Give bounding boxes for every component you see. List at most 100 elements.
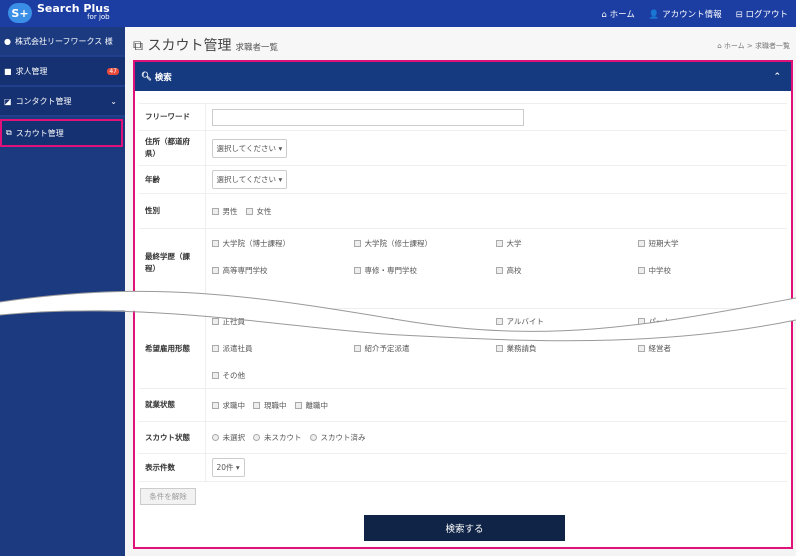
employment-option[interactable]: その他	[211, 370, 346, 381]
checkbox[interactable]	[211, 401, 219, 409]
checkbox[interactable]	[211, 372, 219, 379]
freeword-input[interactable]	[211, 108, 524, 126]
checkbox[interactable]	[353, 267, 361, 274]
checkbox[interactable]	[495, 345, 503, 352]
employment-option[interactable]: 紹介予定派遣	[353, 343, 488, 354]
scout-status-option[interactable]: 未スカウト	[253, 432, 302, 443]
checkbox[interactable]	[495, 318, 503, 325]
employment-option[interactable]: パート	[637, 316, 750, 327]
employment-option[interactable]: 業務請負	[495, 343, 630, 354]
sidebar-company: ● 株式会社リーフワークス 様	[0, 27, 125, 57]
sidebar-item-jobs[interactable]: ■ 求人管理 47	[0, 57, 125, 87]
checkbox[interactable]	[294, 401, 302, 409]
option-label: 女性	[256, 206, 272, 216]
chevron-up-icon[interactable]: ⌃	[773, 72, 781, 82]
option-label: 短期大学	[648, 239, 679, 248]
checkbox[interactable]	[211, 318, 219, 325]
checkbox[interactable]	[211, 240, 219, 247]
employment-option[interactable]: 契約社員	[353, 316, 488, 327]
radio[interactable]	[309, 434, 317, 441]
checkbox[interactable]	[637, 345, 645, 352]
work-status-option[interactable]: 離職中	[294, 400, 328, 411]
education-option[interactable]: 大学院（博士課程）	[211, 238, 346, 249]
page-subtitle: 求職者一覧	[235, 43, 278, 53]
option-label: 紹介予定派遣	[364, 344, 410, 353]
checkbox[interactable]	[637, 240, 645, 247]
label-address: 住所（都道府県）	[139, 130, 206, 166]
logout-icon: ⊟	[735, 10, 743, 20]
sidebar-item-contact[interactable]: ◪ コンタクト管理 ⌄	[0, 87, 125, 117]
option-label: 派遣社員	[222, 344, 253, 353]
education-option[interactable]: 中学校	[637, 265, 750, 276]
label-scout-status: スカウト状態	[139, 421, 206, 454]
option-label: 業務請負	[506, 344, 537, 353]
sidebar-item-label: コンタクト管理	[15, 96, 72, 106]
checkbox[interactable]	[637, 267, 645, 274]
checkbox[interactable]	[211, 267, 219, 274]
checkbox[interactable]	[637, 318, 645, 325]
work-status-option[interactable]: 求職中	[211, 400, 245, 411]
option-label: スカウト済み	[320, 433, 366, 442]
radio[interactable]	[211, 434, 219, 441]
nav-logout[interactable]: ⊟ ログアウト	[736, 8, 788, 20]
gender-option[interactable]: 男性	[211, 206, 238, 217]
gender-option[interactable]: 女性	[245, 206, 272, 217]
user-icon: ●	[4, 36, 11, 46]
employment-option[interactable]: 経営者	[637, 343, 750, 354]
breadcrumb-home[interactable]: ホーム	[724, 42, 745, 50]
option-label: 男性	[222, 206, 238, 216]
sidebar: ● 株式会社リーフワークス 様 ■ 求人管理 47 ◪ コンタクト管理 ⌄ ⧉ スカウト管理	[0, 27, 125, 556]
search-panel-header[interactable]: 🔍︎ 検索 ⌃	[135, 62, 791, 91]
education-option[interactable]: 高校	[495, 265, 630, 276]
employment-option[interactable]: アルバイト	[495, 316, 630, 327]
education-option[interactable]: 大学院（修士課程）	[353, 238, 488, 249]
option-label: その他	[222, 371, 246, 380]
address-select-value: 選択してください	[216, 143, 277, 153]
scout-icon: ⧉	[133, 38, 143, 54]
nav-home-label: ホーム	[609, 10, 635, 20]
scout-icon: ⧉	[6, 128, 12, 137]
logo-title: Search Plus	[37, 2, 110, 15]
count-select[interactable]: 20件 ▾	[211, 458, 245, 477]
search-title: 検索	[154, 72, 172, 83]
home-icon: ⌂	[601, 10, 607, 20]
search-button[interactable]: 検索する	[364, 515, 565, 541]
education-option[interactable]: 専修・専門学校	[353, 265, 488, 276]
checkbox[interactable]	[495, 240, 503, 247]
scout-status-option[interactable]: スカウト済み	[309, 432, 366, 443]
page-header: ⧉ スカウト管理 求職者一覧 ⌂ ホーム > 求職者一覧	[125, 27, 796, 60]
briefcase-icon: ■	[4, 66, 12, 76]
label-freeword: フリーワード	[139, 103, 206, 131]
contact-icon: ◪	[4, 96, 12, 106]
education-option[interactable]: 高等専門学校	[211, 265, 346, 276]
education-option[interactable]: 短期大学	[637, 238, 750, 249]
account-icon: 👤	[648, 10, 660, 20]
checkbox[interactable]	[353, 318, 361, 325]
nav-home[interactable]: ⌂ ホーム	[601, 8, 634, 20]
checkbox[interactable]	[245, 207, 253, 215]
nav-account[interactable]: 👤 アカウント情報	[649, 8, 722, 20]
scout-status-option[interactable]: 未選択	[211, 432, 246, 443]
option-label: 未選択	[222, 433, 246, 442]
checkbox[interactable]	[353, 345, 361, 352]
option-label: 中学校	[648, 266, 672, 275]
address-select[interactable]: 選択してください ▾	[211, 138, 288, 158]
label-count: 表示件数	[139, 453, 206, 482]
checkbox[interactable]	[353, 240, 361, 247]
employment-option[interactable]: 正社員	[211, 316, 346, 327]
employment-option[interactable]: 派遣社員	[211, 343, 346, 354]
education-option[interactable]: 大学	[495, 238, 630, 249]
checkbox[interactable]	[211, 345, 219, 352]
radio[interactable]	[253, 434, 260, 441]
age-select[interactable]: 選択してください ▾	[211, 170, 288, 189]
clear-button[interactable]: 条件を解除	[140, 488, 196, 505]
sidebar-item-scout[interactable]: ⧉ スカウト管理	[0, 119, 123, 147]
logo[interactable]: S+ Search Plus for job	[8, 3, 110, 23]
checkbox[interactable]	[253, 401, 260, 409]
checkbox[interactable]	[211, 207, 219, 215]
sidebar-item-label: 求人管理	[15, 66, 48, 76]
checkbox[interactable]	[495, 267, 503, 274]
option-label: パート	[648, 317, 672, 326]
company-name: 株式会社リーフワークス 様	[14, 36, 113, 46]
work-status-option[interactable]: 現職中	[253, 400, 287, 411]
